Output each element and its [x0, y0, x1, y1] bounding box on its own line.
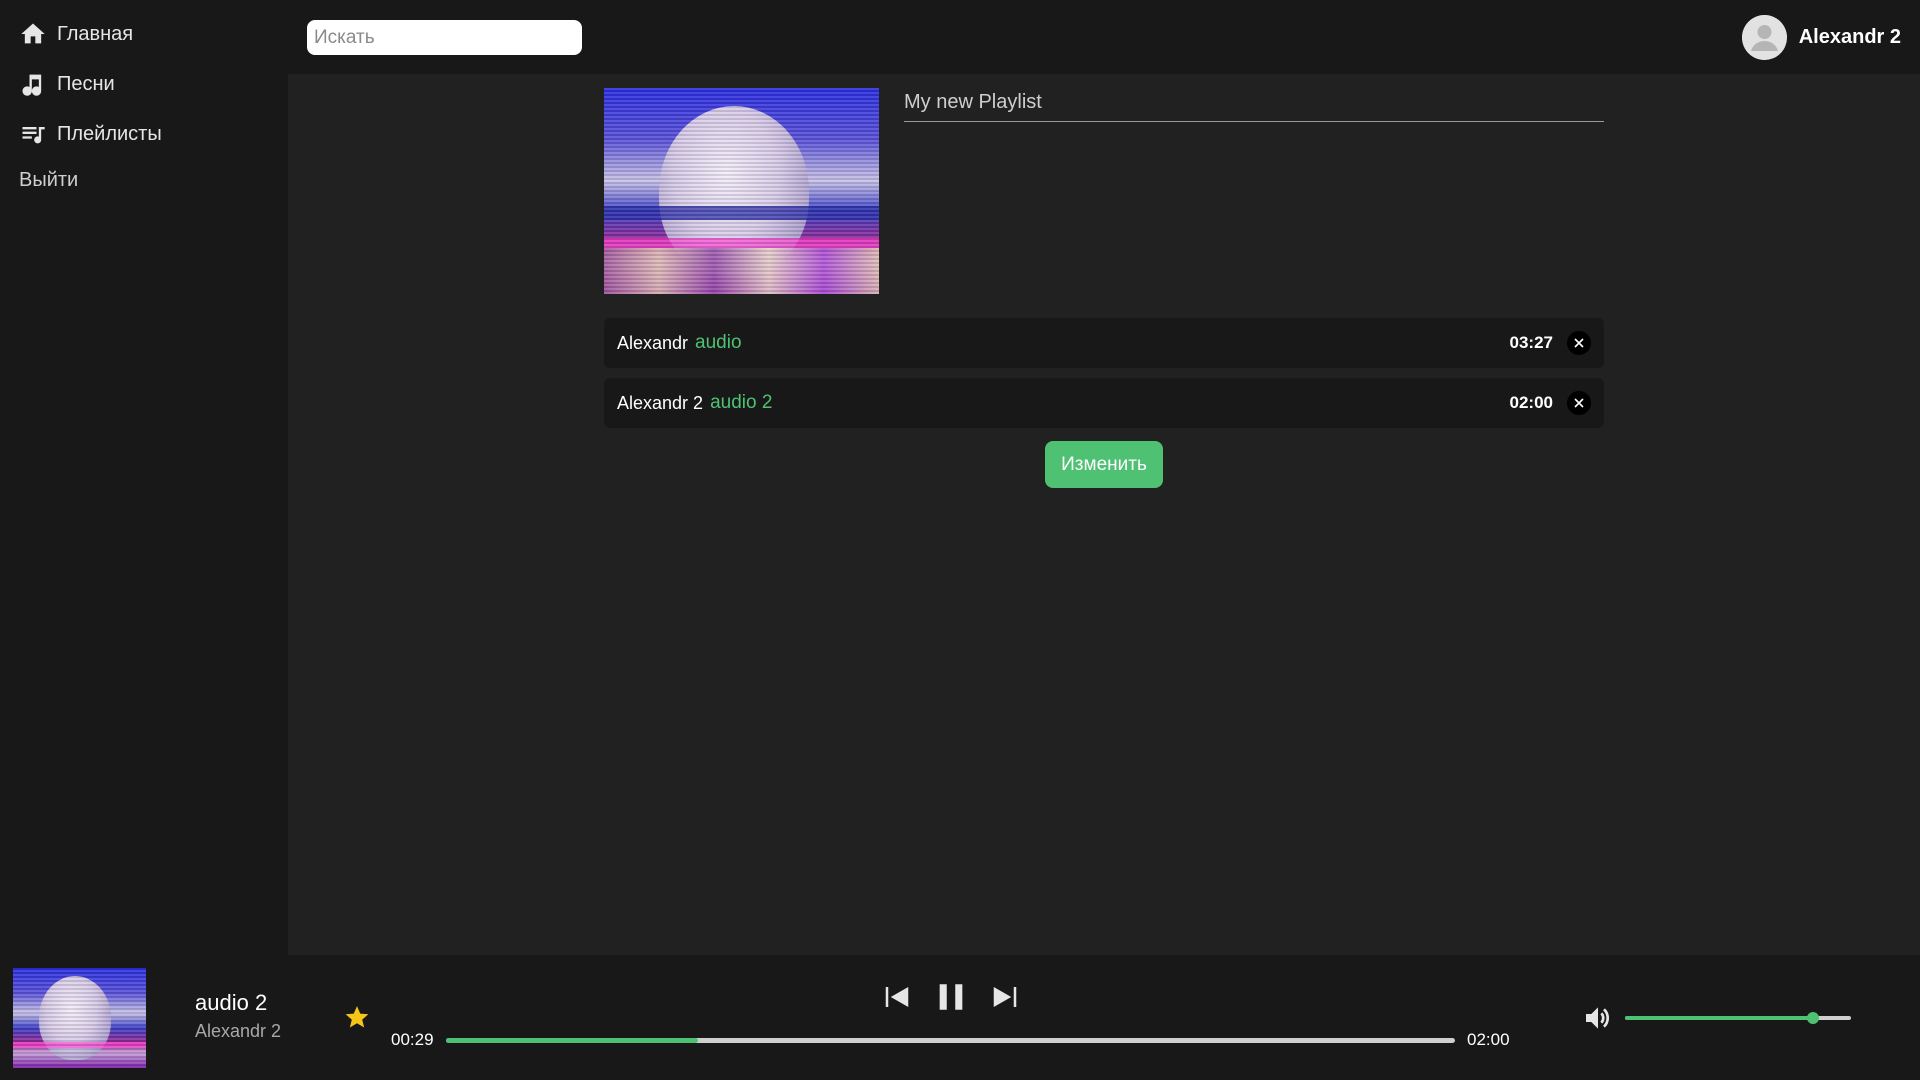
pause-button[interactable]	[934, 977, 968, 1017]
track-name: audio 2	[710, 392, 773, 413]
top-header: Alexandr 2	[288, 0, 1920, 74]
pause-icon	[939, 984, 963, 1010]
skip-next-icon	[993, 987, 1017, 1007]
now-playing-title: audio 2	[195, 990, 268, 1015]
sidebar-item-label: Плейлисты	[57, 122, 162, 145]
app-root: Главная Песни Плейлисты Выйти Alexandr 2…	[0, 0, 1920, 1080]
track-row[interactable]: Alexandr 2 audio 2 02:00	[604, 378, 1604, 428]
sidebar-item-songs[interactable]: Песни	[19, 66, 115, 102]
home-icon	[21, 23, 45, 44]
favorite-star-icon[interactable]	[344, 1004, 370, 1030]
music-note-icon	[22, 74, 42, 96]
progress-bar[interactable]	[446, 1038, 1455, 1043]
now-playing-artist: Alexandr 2	[195, 1021, 282, 1041]
user-menu[interactable]: Alexandr 2	[1741, 15, 1901, 60]
sidebar-item-label: Главная	[57, 22, 134, 45]
playlist-title-input[interactable]	[904, 84, 1604, 122]
track-duration: 03:27	[1509, 333, 1553, 352]
search-input[interactable]	[307, 20, 582, 55]
track-artist: Alexandr	[617, 332, 689, 353]
close-icon	[1574, 398, 1584, 408]
now-playing-cover	[13, 968, 146, 1068]
remove-track-button[interactable]	[1567, 391, 1591, 415]
playlist-icon	[22, 127, 45, 144]
previous-track-button[interactable]	[882, 977, 912, 1017]
sidebar-item-playlists[interactable]: Плейлисты	[19, 116, 162, 152]
logout-link[interactable]: Выйти	[19, 162, 78, 198]
progress-fill	[446, 1038, 699, 1043]
edit-playlist-button[interactable]: Изменить	[1045, 441, 1163, 488]
sidebar-item-home[interactable]: Главная	[19, 16, 133, 52]
close-icon	[1574, 338, 1584, 348]
current-time: 00:29	[391, 1030, 434, 1049]
total-time: 02:00	[1467, 1030, 1510, 1049]
track-name: audio	[695, 332, 742, 353]
playlist-cover-image[interactable]	[604, 88, 879, 294]
skip-previous-icon	[885, 987, 909, 1007]
user-name: Alexandr 2	[1798, 26, 1901, 48]
volume-icon[interactable]	[1582, 1002, 1614, 1034]
volume-slider-handle[interactable]	[1806, 1012, 1819, 1024]
user-avatar-icon	[1741, 15, 1787, 60]
track-row[interactable]: Alexandr audio 03:27	[604, 318, 1604, 368]
player-bar: audio 2 Alexandr 2 00:29 02:00	[0, 955, 1920, 1080]
volume-slider[interactable]	[1625, 1012, 1851, 1024]
track-artist: Alexandr 2	[617, 392, 704, 413]
volume-fill	[1625, 1016, 1813, 1020]
track-duration: 02:00	[1509, 393, 1553, 412]
remove-track-button[interactable]	[1567, 331, 1591, 355]
sidebar: Главная Песни Плейлисты Выйти	[0, 0, 288, 955]
sidebar-item-label: Песни	[57, 72, 115, 95]
next-track-button[interactable]	[990, 977, 1020, 1017]
